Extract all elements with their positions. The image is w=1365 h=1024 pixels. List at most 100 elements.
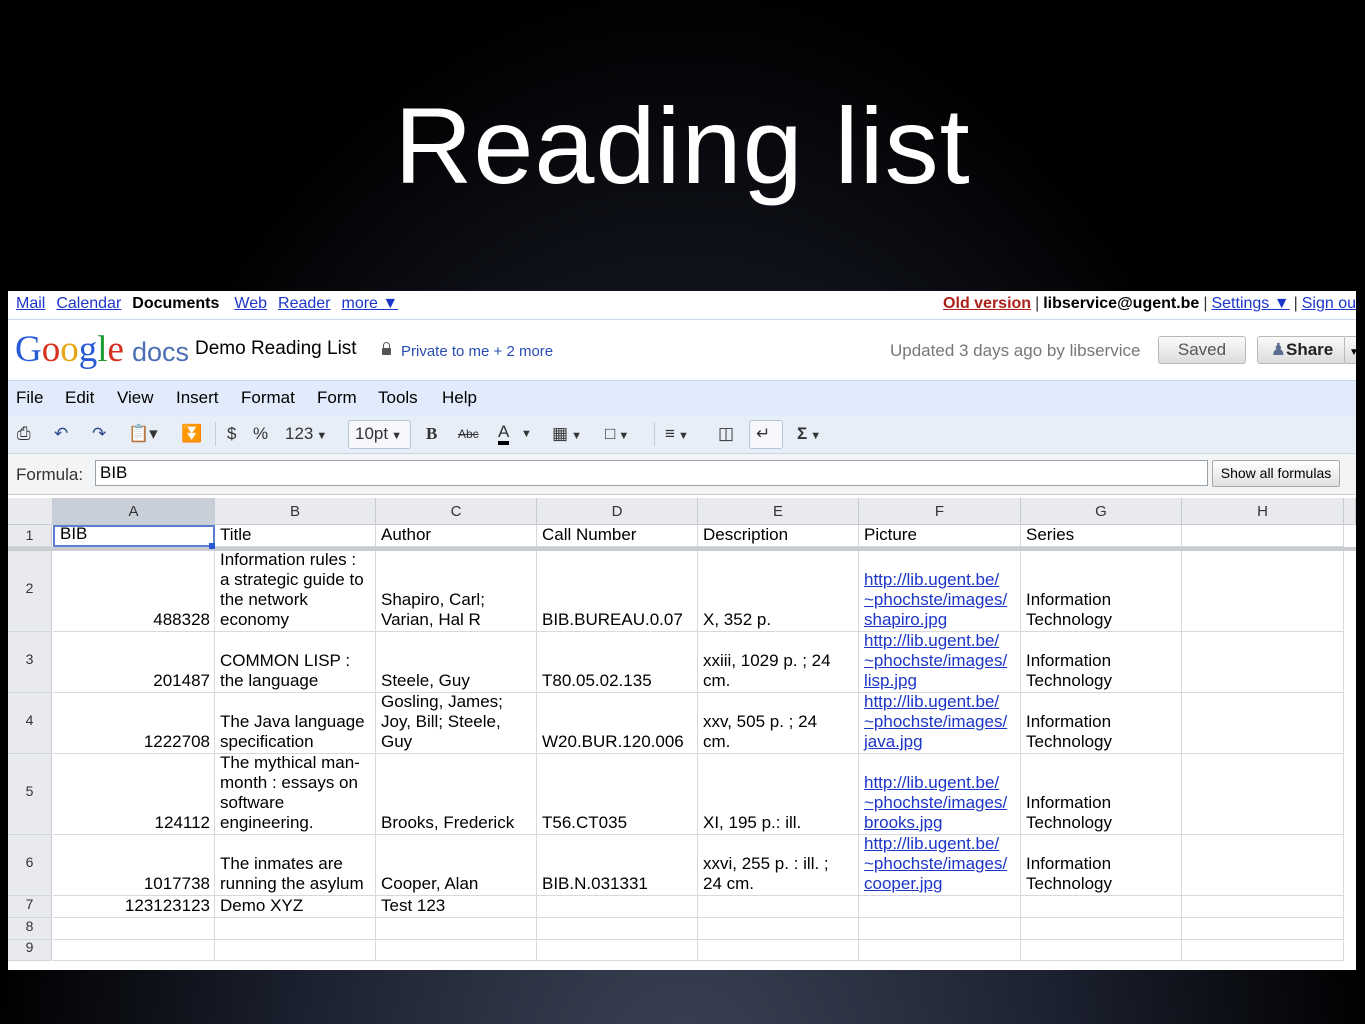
cell-e7[interactable]	[698, 896, 859, 918]
share-dropdown-button[interactable]: ▼	[1344, 336, 1356, 364]
cell-e2[interactable]: X, 352 p.	[698, 551, 859, 632]
cell-b4[interactable]: The Java language specification	[215, 693, 376, 754]
cell-e4[interactable]: xxv, 505 p. ; 24 cm.	[698, 693, 859, 754]
cell-g1[interactable]: Series	[1021, 525, 1182, 547]
old-version-link[interactable]: Old version	[943, 295, 1031, 312]
formula-input[interactable]: BIB	[95, 460, 1208, 486]
document-title[interactable]: Demo Reading List	[195, 338, 357, 360]
sum-icon[interactable]: Σ ▼	[797, 423, 821, 445]
cell-e5[interactable]: XI, 195 p.: ill.	[698, 754, 859, 835]
row-header-3[interactable]: 3	[8, 632, 52, 693]
cell-d5[interactable]: T56.CT035	[537, 754, 698, 835]
cell-b9[interactable]	[215, 940, 376, 961]
cell-e6[interactable]: xxvi, 255 p. : ill. ; 24 cm.	[698, 835, 859, 896]
cell-d6[interactable]: BIB.N.031331	[537, 835, 698, 896]
cell-e3[interactable]: xxiii, 1029 p. ; 24 cm.	[698, 632, 859, 693]
saved-button[interactable]: Saved	[1158, 336, 1246, 364]
cell-a4[interactable]: 1222708	[53, 693, 215, 754]
cell-c3[interactable]: Steele, Guy	[376, 632, 537, 693]
cell-f4[interactable]: http://lib.ugent.be/~phochste/images/jav…	[859, 693, 1021, 754]
cell-f5[interactable]: http://lib.ugent.be/~phochste/images/bro…	[859, 754, 1021, 835]
row-header-1[interactable]: 1	[8, 525, 52, 547]
column-header-a[interactable]: A	[53, 498, 215, 525]
chevron-down-icon[interactable]: ▼	[521, 423, 532, 445]
number-format-button[interactable]: 123 ▼	[285, 423, 327, 445]
cell-b8[interactable]	[215, 918, 376, 940]
cell-e1[interactable]: Description	[698, 525, 859, 547]
cell-a3[interactable]: 201487	[53, 632, 215, 693]
google-bar-link-documents[interactable]: Documents	[132, 295, 219, 312]
google-bar-link-reader[interactable]: Reader	[278, 295, 330, 312]
cell-h2[interactable]	[1182, 551, 1344, 632]
percent-button[interactable]: %	[253, 423, 268, 445]
row-header-4[interactable]: 4	[8, 693, 52, 754]
cell-g6[interactable]: Information Technology	[1021, 835, 1182, 896]
column-header-overflow[interactable]	[1344, 498, 1356, 525]
cell-d8[interactable]	[537, 918, 698, 940]
cell-c5[interactable]: Brooks, Frederick	[376, 754, 537, 835]
google-docs-logo[interactable]: Google docs	[15, 328, 189, 371]
cell-a6[interactable]: 1017738	[53, 835, 215, 896]
cell-a7[interactable]: 123123123	[53, 896, 215, 918]
cell-d7[interactable]	[537, 896, 698, 918]
cell-b3[interactable]: COMMON LISP : the language	[215, 632, 376, 693]
redo-icon[interactable]: ↷	[92, 423, 106, 445]
cell-h5[interactable]	[1182, 754, 1344, 835]
column-header-h[interactable]: H	[1182, 498, 1344, 525]
cell-f8[interactable]	[859, 918, 1021, 940]
google-bar-link-web[interactable]: Web	[234, 295, 267, 312]
cell-b5[interactable]: The mythical man-month : essays on softwa…	[215, 754, 376, 835]
cell-c9[interactable]	[376, 940, 537, 961]
google-bar-link-more[interactable]: more ▼	[342, 295, 399, 312]
cell-f9[interactable]	[859, 940, 1021, 961]
settings-link[interactable]: Settings ▼	[1211, 295, 1289, 312]
menu-tools[interactable]: Tools	[378, 388, 418, 408]
cell-g5[interactable]: Information Technology	[1021, 754, 1182, 835]
cell-c1[interactable]: Author	[376, 525, 537, 547]
column-header-c[interactable]: C	[376, 498, 537, 525]
cell-c7[interactable]: Test 123	[376, 896, 537, 918]
menu-form[interactable]: Form	[317, 388, 357, 408]
cell-g2[interactable]: Information Technology	[1021, 551, 1182, 632]
cell-a5[interactable]: 124112	[53, 754, 215, 835]
cell-b7[interactable]: Demo XYZ	[215, 896, 376, 918]
cell-g4[interactable]: Information Technology	[1021, 693, 1182, 754]
row-header-7[interactable]: 7	[8, 896, 52, 918]
print-icon[interactable]: ⎙	[17, 423, 31, 445]
cell-c6[interactable]: Cooper, Alan	[376, 835, 537, 896]
cell-a9[interactable]	[53, 940, 215, 961]
cell-f1[interactable]: Picture	[859, 525, 1021, 547]
google-bar-link-calendar[interactable]: Calendar	[56, 295, 121, 312]
cell-f6[interactable]: http://lib.ugent.be/~phochste/images/coo…	[859, 835, 1021, 896]
menu-format[interactable]: Format	[241, 388, 295, 408]
cell-f7[interactable]	[859, 896, 1021, 918]
cell-e9[interactable]	[698, 940, 859, 961]
column-header-g[interactable]: G	[1021, 498, 1182, 525]
cell-d9[interactable]	[537, 940, 698, 961]
cell-h8[interactable]	[1182, 918, 1344, 940]
font-color-icon[interactable]: A	[498, 423, 510, 445]
cell-g8[interactable]	[1021, 918, 1182, 940]
cell-b2[interactable]: Information rules :a strategic guide to t…	[215, 551, 376, 632]
undo-icon[interactable]: ↶	[54, 423, 68, 445]
clipboard-icon[interactable]: 📋▾	[128, 423, 158, 445]
cell-d4[interactable]: W20.BUR.120.006	[537, 693, 698, 754]
google-bar-link-mail[interactable]: Mail	[16, 295, 45, 312]
cell-a1[interactable]: BIB	[53, 525, 215, 547]
corner-header[interactable]	[8, 498, 53, 525]
sign-out-link[interactable]: Sign ou	[1302, 295, 1356, 312]
row-header-5[interactable]: 5	[8, 754, 52, 835]
column-header-b[interactable]: B	[215, 498, 376, 525]
strikethrough-button[interactable]: Abc	[458, 423, 479, 445]
cell-a8[interactable]	[53, 918, 215, 940]
cell-c8[interactable]	[376, 918, 537, 940]
menu-file[interactable]: File	[16, 388, 43, 408]
menu-insert[interactable]: Insert	[176, 388, 219, 408]
cell-d3[interactable]: T80.05.02.135	[537, 632, 698, 693]
cell-d1[interactable]: Call Number	[537, 525, 698, 547]
cell-b1[interactable]: Title	[215, 525, 376, 547]
currency-button[interactable]: $	[227, 423, 236, 445]
cell-c4[interactable]: Gosling, James; Joy, Bill; Steele, Guy	[376, 693, 537, 754]
menu-help[interactable]: Help	[442, 388, 477, 408]
borders-icon[interactable]: □ ▼	[605, 423, 629, 445]
